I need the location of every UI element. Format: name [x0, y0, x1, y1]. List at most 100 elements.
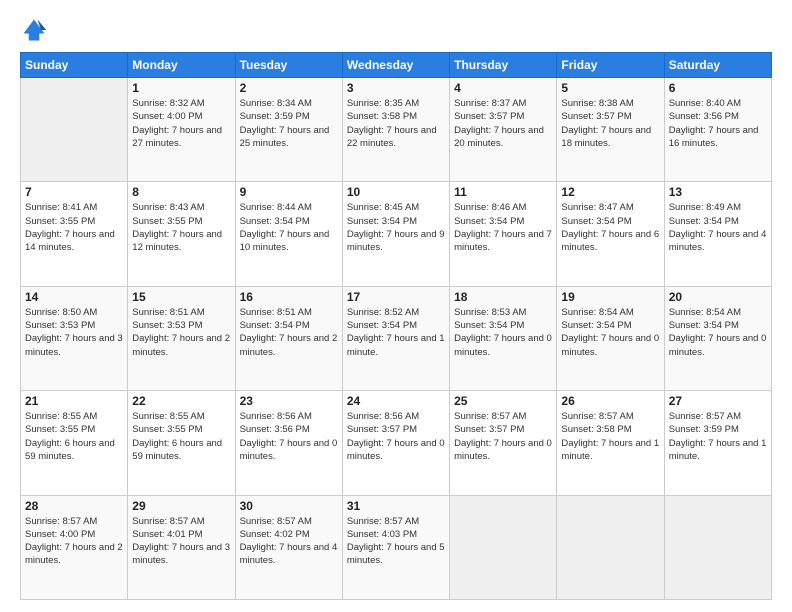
day-number: 21 — [25, 394, 123, 408]
calendar-cell: 7 Sunrise: 8:41 AM Sunset: 3:55 PM Daylig… — [21, 182, 128, 286]
calendar-week-2: 14 Sunrise: 8:50 AM Sunset: 3:53 PM Dayli… — [21, 286, 772, 390]
calendar-cell: 4 Sunrise: 8:37 AM Sunset: 3:57 PM Daylig… — [450, 78, 557, 182]
calendar-cell: 9 Sunrise: 8:44 AM Sunset: 3:54 PM Daylig… — [235, 182, 342, 286]
day-number: 10 — [347, 185, 445, 199]
logo — [20, 16, 52, 44]
day-number: 16 — [240, 290, 338, 304]
day-info: Sunrise: 8:52 AM Sunset: 3:54 PM Dayligh… — [347, 306, 445, 359]
calendar-cell: 16 Sunrise: 8:51 AM Sunset: 3:54 PM Dayli… — [235, 286, 342, 390]
page: SundayMondayTuesdayWednesdayThursdayFrid… — [0, 0, 792, 612]
day-number: 29 — [132, 499, 230, 513]
weekday-row: SundayMondayTuesdayWednesdayThursdayFrid… — [21, 53, 772, 78]
day-info: Sunrise: 8:57 AM Sunset: 3:57 PM Dayligh… — [454, 410, 552, 463]
day-info: Sunrise: 8:32 AM Sunset: 4:00 PM Dayligh… — [132, 97, 230, 150]
day-info: Sunrise: 8:46 AM Sunset: 3:54 PM Dayligh… — [454, 201, 552, 254]
day-info: Sunrise: 8:55 AM Sunset: 3:55 PM Dayligh… — [25, 410, 123, 463]
day-info: Sunrise: 8:56 AM Sunset: 3:56 PM Dayligh… — [240, 410, 338, 463]
day-number: 8 — [132, 185, 230, 199]
day-number: 2 — [240, 81, 338, 95]
day-number: 11 — [454, 185, 552, 199]
day-number: 7 — [25, 185, 123, 199]
day-number: 27 — [669, 394, 767, 408]
calendar-cell: 10 Sunrise: 8:45 AM Sunset: 3:54 PM Dayli… — [342, 182, 449, 286]
calendar-cell: 13Sunrise: 8:49 AM Sunset: 3:54 PM Dayli… — [664, 182, 771, 286]
day-number: 1 — [132, 81, 230, 95]
header — [20, 16, 772, 44]
calendar-cell: 17Sunrise: 8:52 AM Sunset: 3:54 PM Dayli… — [342, 286, 449, 390]
weekday-header-wednesday: Wednesday — [342, 53, 449, 78]
day-info: Sunrise: 8:57 AM Sunset: 4:00 PM Dayligh… — [25, 515, 123, 568]
calendar-cell: 25Sunrise: 8:57 AM Sunset: 3:57 PM Dayli… — [450, 391, 557, 495]
calendar-cell: 31Sunrise: 8:57 AM Sunset: 4:03 PM Dayli… — [342, 495, 449, 599]
day-info: Sunrise: 8:47 AM Sunset: 3:54 PM Dayligh… — [561, 201, 659, 254]
calendar-cell — [664, 495, 771, 599]
day-info: Sunrise: 8:56 AM Sunset: 3:57 PM Dayligh… — [347, 410, 445, 463]
day-info: Sunrise: 8:54 AM Sunset: 3:54 PM Dayligh… — [669, 306, 767, 359]
day-info: Sunrise: 8:57 AM Sunset: 3:58 PM Dayligh… — [561, 410, 659, 463]
logo-icon — [20, 16, 48, 44]
day-number: 22 — [132, 394, 230, 408]
day-number: 13 — [669, 185, 767, 199]
day-number: 23 — [240, 394, 338, 408]
day-info: Sunrise: 8:43 AM Sunset: 3:55 PM Dayligh… — [132, 201, 230, 254]
calendar-cell: 19 Sunrise: 8:54 AM Sunset: 3:54 PM Dayli… — [557, 286, 664, 390]
day-number: 24 — [347, 394, 445, 408]
day-info: Sunrise: 8:34 AM Sunset: 3:59 PM Dayligh… — [240, 97, 338, 150]
day-number: 14 — [25, 290, 123, 304]
weekday-header-tuesday: Tuesday — [235, 53, 342, 78]
calendar-week-1: 7 Sunrise: 8:41 AM Sunset: 3:55 PM Daylig… — [21, 182, 772, 286]
calendar-week-0: 1 Sunrise: 8:32 AM Sunset: 4:00 PM Daylig… — [21, 78, 772, 182]
day-info: Sunrise: 8:57 AM Sunset: 4:01 PM Dayligh… — [132, 515, 230, 568]
day-info: Sunrise: 8:55 AM Sunset: 3:55 PM Dayligh… — [132, 410, 230, 463]
day-number: 28 — [25, 499, 123, 513]
day-info: Sunrise: 8:40 AM Sunset: 3:56 PM Dayligh… — [669, 97, 767, 150]
calendar-cell: 18 Sunrise: 8:53 AM Sunset: 3:54 PM Dayli… — [450, 286, 557, 390]
calendar-cell: 30 Sunrise: 8:57 AM Sunset: 4:02 PM Dayli… — [235, 495, 342, 599]
day-number: 19 — [561, 290, 659, 304]
calendar-cell — [557, 495, 664, 599]
day-number: 26 — [561, 394, 659, 408]
day-number: 18 — [454, 290, 552, 304]
calendar-header: SundayMondayTuesdayWednesdayThursdayFrid… — [21, 53, 772, 78]
calendar-cell: 11 Sunrise: 8:46 AM Sunset: 3:54 PM Dayli… — [450, 182, 557, 286]
day-number: 9 — [240, 185, 338, 199]
calendar-cell — [450, 495, 557, 599]
day-info: Sunrise: 8:45 AM Sunset: 3:54 PM Dayligh… — [347, 201, 445, 254]
day-info: Sunrise: 8:38 AM Sunset: 3:57 PM Dayligh… — [561, 97, 659, 150]
calendar-cell: 28 Sunrise: 8:57 AM Sunset: 4:00 PM Dayli… — [21, 495, 128, 599]
day-number: 12 — [561, 185, 659, 199]
day-number: 4 — [454, 81, 552, 95]
day-number: 15 — [132, 290, 230, 304]
day-info: Sunrise: 8:41 AM Sunset: 3:55 PM Dayligh… — [25, 201, 123, 254]
day-number: 30 — [240, 499, 338, 513]
day-info: Sunrise: 8:51 AM Sunset: 3:53 PM Dayligh… — [132, 306, 230, 359]
day-info: Sunrise: 8:57 AM Sunset: 3:59 PM Dayligh… — [669, 410, 767, 463]
day-info: Sunrise: 8:54 AM Sunset: 3:54 PM Dayligh… — [561, 306, 659, 359]
calendar-cell: 20Sunrise: 8:54 AM Sunset: 3:54 PM Dayli… — [664, 286, 771, 390]
day-info: Sunrise: 8:37 AM Sunset: 3:57 PM Dayligh… — [454, 97, 552, 150]
calendar: SundayMondayTuesdayWednesdayThursdayFrid… — [20, 52, 772, 600]
day-info: Sunrise: 8:53 AM Sunset: 3:54 PM Dayligh… — [454, 306, 552, 359]
calendar-cell: 14 Sunrise: 8:50 AM Sunset: 3:53 PM Dayli… — [21, 286, 128, 390]
day-info: Sunrise: 8:50 AM Sunset: 3:53 PM Dayligh… — [25, 306, 123, 359]
calendar-cell: 22 Sunrise: 8:55 AM Sunset: 3:55 PM Dayli… — [128, 391, 235, 495]
day-info: Sunrise: 8:51 AM Sunset: 3:54 PM Dayligh… — [240, 306, 338, 359]
day-number: 31 — [347, 499, 445, 513]
calendar-cell: 15 Sunrise: 8:51 AM Sunset: 3:53 PM Dayli… — [128, 286, 235, 390]
weekday-header-saturday: Saturday — [664, 53, 771, 78]
day-info: Sunrise: 8:44 AM Sunset: 3:54 PM Dayligh… — [240, 201, 338, 254]
day-info: Sunrise: 8:35 AM Sunset: 3:58 PM Dayligh… — [347, 97, 445, 150]
calendar-body: 1 Sunrise: 8:32 AM Sunset: 4:00 PM Daylig… — [21, 78, 772, 600]
day-number: 5 — [561, 81, 659, 95]
day-info: Sunrise: 8:57 AM Sunset: 4:02 PM Dayligh… — [240, 515, 338, 568]
calendar-cell: 1 Sunrise: 8:32 AM Sunset: 4:00 PM Daylig… — [128, 78, 235, 182]
calendar-cell: 3 Sunrise: 8:35 AM Sunset: 3:58 PM Daylig… — [342, 78, 449, 182]
calendar-cell: 12 Sunrise: 8:47 AM Sunset: 3:54 PM Dayli… — [557, 182, 664, 286]
calendar-week-3: 21 Sunrise: 8:55 AM Sunset: 3:55 PM Dayli… — [21, 391, 772, 495]
calendar-cell: 24 Sunrise: 8:56 AM Sunset: 3:57 PM Dayli… — [342, 391, 449, 495]
calendar-cell: 2 Sunrise: 8:34 AM Sunset: 3:59 PM Daylig… — [235, 78, 342, 182]
day-number: 3 — [347, 81, 445, 95]
calendar-cell — [21, 78, 128, 182]
weekday-header-monday: Monday — [128, 53, 235, 78]
weekday-header-sunday: Sunday — [21, 53, 128, 78]
